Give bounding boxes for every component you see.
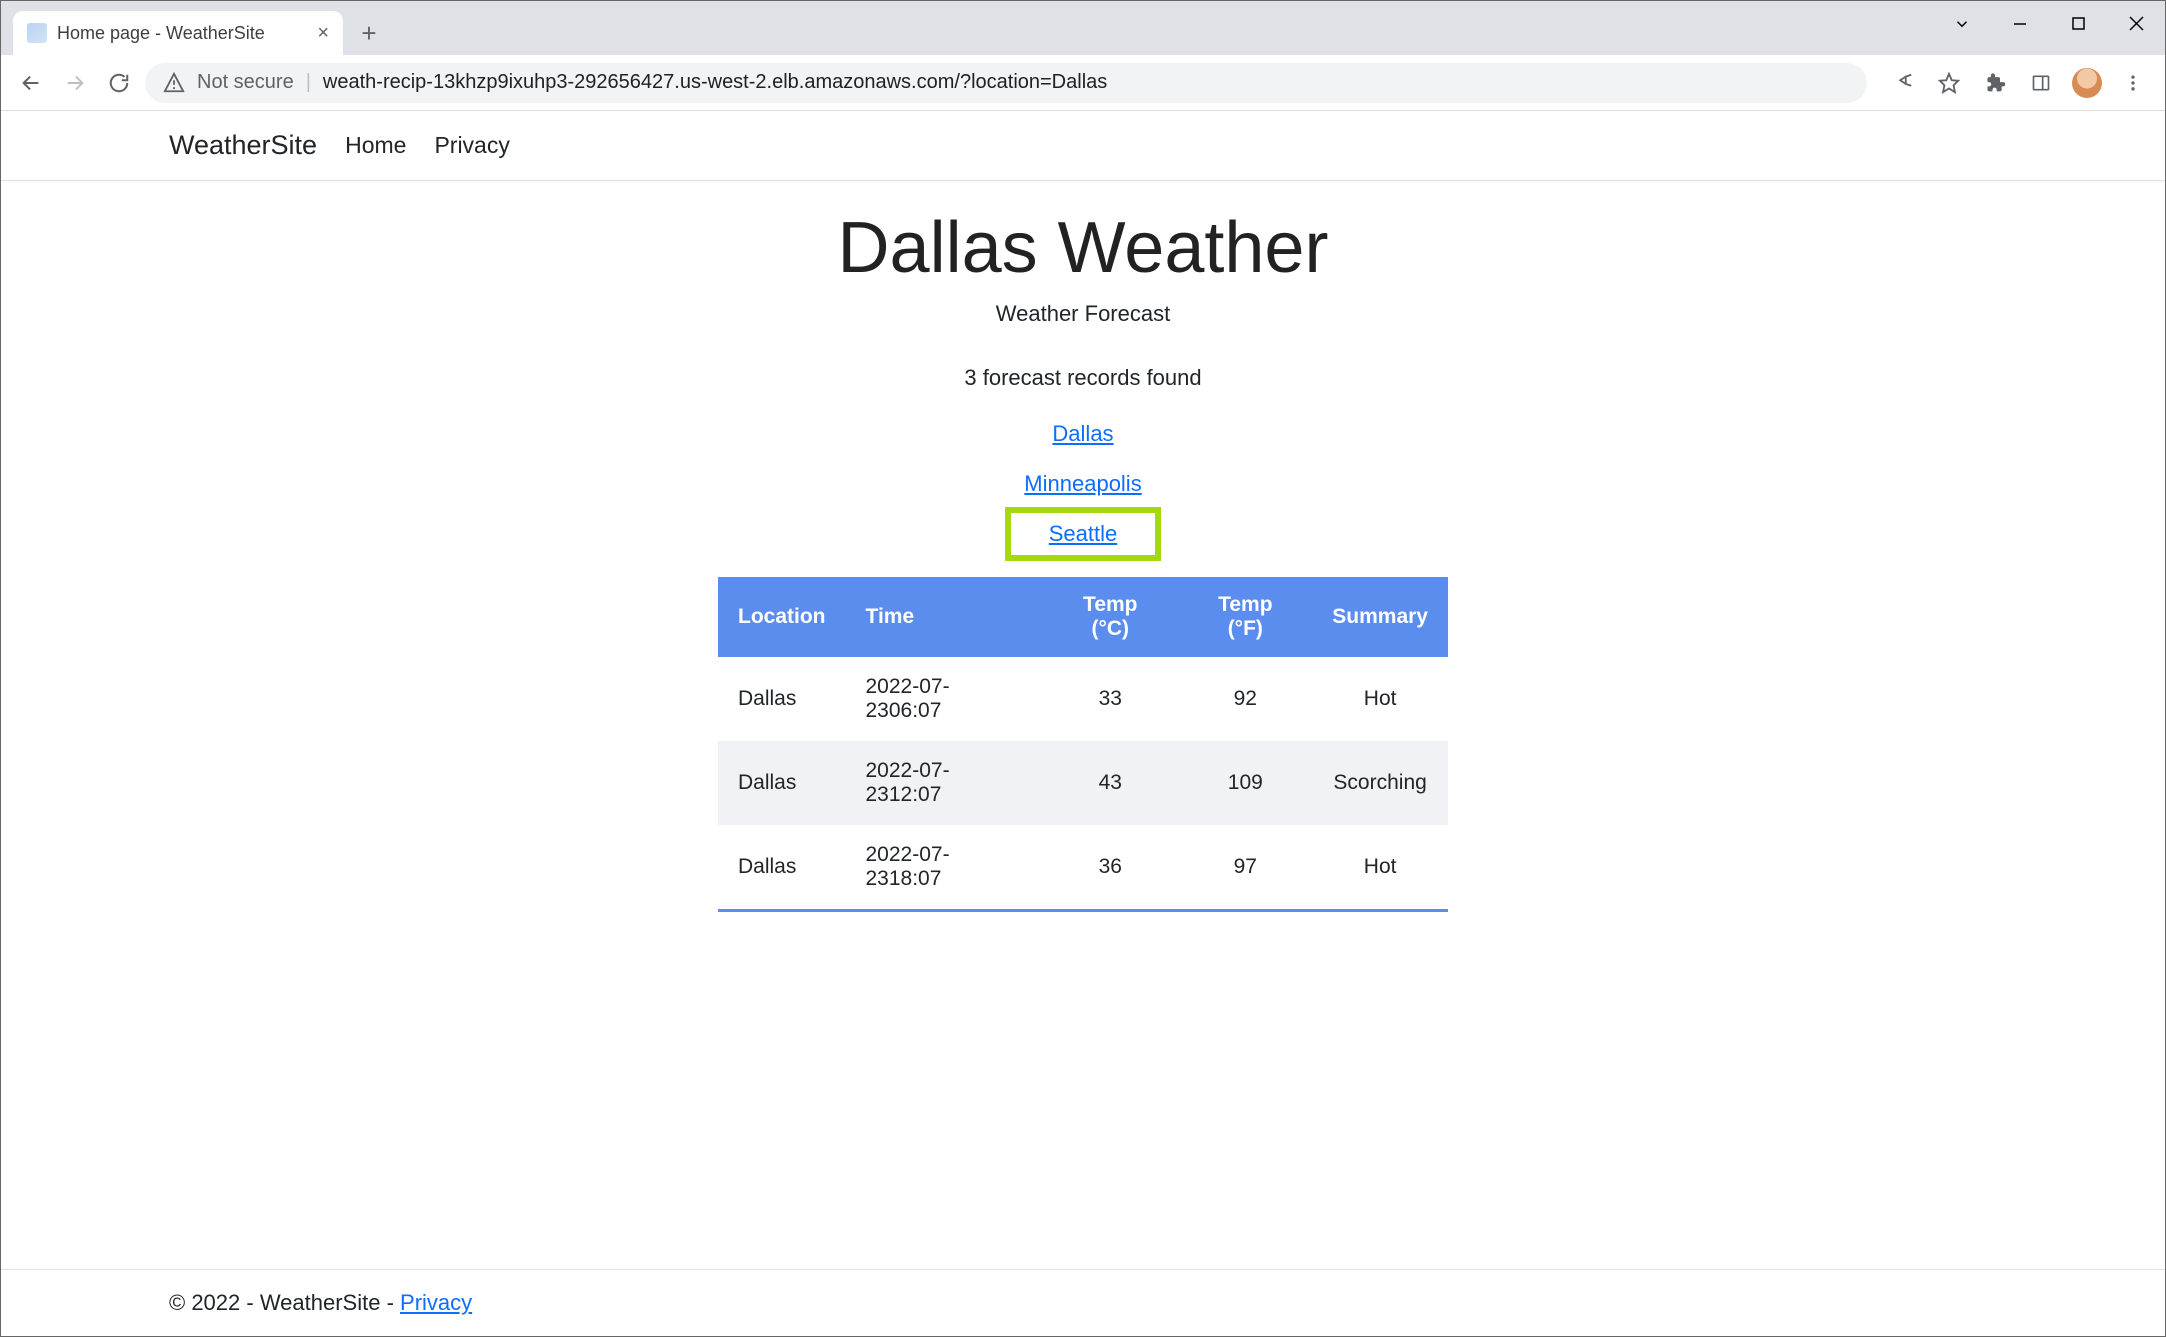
footer-text: © 2022 - WeatherSite - bbox=[169, 1290, 400, 1315]
cell-summary: Hot bbox=[1312, 657, 1448, 741]
page-viewport: WeatherSite Home Privacy Dallas Weather … bbox=[1, 111, 2165, 1336]
window-controls bbox=[1933, 1, 2165, 46]
cell-summary: Scorching bbox=[1312, 741, 1448, 825]
window-maximize-button[interactable] bbox=[2049, 1, 2107, 46]
table-row: Dallas2022-07-2312:0743109Scorching bbox=[718, 741, 1448, 825]
link-minneapolis[interactable]: Minneapolis bbox=[1024, 471, 1141, 497]
back-button[interactable] bbox=[13, 65, 49, 101]
not-secure-icon bbox=[163, 72, 185, 94]
browser-toolbar: Not secure | weath-recip-13khzp9ixuhp3-2… bbox=[1, 55, 2165, 111]
cell-temp_c: 33 bbox=[1042, 657, 1178, 741]
address-bar[interactable]: Not secure | weath-recip-13khzp9ixuhp3-2… bbox=[145, 63, 1867, 103]
cell-location: Dallas bbox=[718, 657, 846, 741]
th-time: Time bbox=[846, 577, 1043, 657]
browser-tabbar: Home page - WeatherSite × + bbox=[1, 1, 2165, 55]
cell-temp_f: 92 bbox=[1178, 657, 1312, 741]
table-row: Dallas2022-07-2318:073697Hot bbox=[718, 825, 1448, 911]
not-secure-label: Not secure bbox=[197, 71, 294, 94]
tab-title: Home page - WeatherSite bbox=[57, 23, 307, 44]
cell-location: Dallas bbox=[718, 741, 846, 825]
window-close-button[interactable] bbox=[2107, 1, 2165, 46]
browser-tab-active[interactable]: Home page - WeatherSite × bbox=[13, 11, 343, 55]
table-header-row: Location Time Temp (°C) Temp (°F) Summar… bbox=[718, 577, 1448, 657]
table-row: Dallas2022-07-2306:073392Hot bbox=[718, 657, 1448, 741]
new-tab-button[interactable]: + bbox=[351, 15, 387, 51]
brand-label[interactable]: WeatherSite bbox=[169, 130, 317, 161]
th-summary: Summary bbox=[1312, 577, 1448, 657]
reload-button[interactable] bbox=[101, 65, 137, 101]
cell-time: 2022-07-2312:07 bbox=[846, 741, 1043, 825]
cell-temp_c: 43 bbox=[1042, 741, 1178, 825]
page-subtitle: Weather Forecast bbox=[996, 301, 1170, 327]
footer-privacy-link[interactable]: Privacy bbox=[400, 1290, 472, 1315]
th-location: Location bbox=[718, 577, 846, 657]
menu-icon[interactable] bbox=[2113, 63, 2153, 103]
forward-button[interactable] bbox=[57, 65, 93, 101]
th-temp-f: Temp (°F) bbox=[1178, 577, 1312, 657]
cell-temp_f: 109 bbox=[1178, 741, 1312, 825]
sidepanel-icon[interactable] bbox=[2021, 63, 2061, 103]
th-temp-c: Temp (°C) bbox=[1042, 577, 1178, 657]
cell-location: Dallas bbox=[718, 825, 846, 911]
cell-summary: Hot bbox=[1312, 825, 1448, 911]
window-minimize-button[interactable] bbox=[1991, 1, 2049, 46]
city-links: Dallas Minneapolis Seattle bbox=[1019, 421, 1148, 547]
extensions-icon[interactable] bbox=[1975, 63, 2015, 103]
main-content: Dallas Weather Weather Forecast 3 foreca… bbox=[1, 181, 2165, 1269]
cell-temp_c: 36 bbox=[1042, 825, 1178, 911]
window-dropdown-icon[interactable] bbox=[1933, 1, 1991, 46]
forecast-table: Location Time Temp (°C) Temp (°F) Summar… bbox=[718, 577, 1448, 912]
site-navbar: WeatherSite Home Privacy bbox=[1, 111, 2165, 181]
url-text: weath-recip-13khzp9ixuhp3-292656427.us-w… bbox=[323, 71, 1107, 94]
link-dallas[interactable]: Dallas bbox=[1052, 421, 1113, 447]
link-seattle[interactable]: Seattle bbox=[1019, 521, 1148, 547]
footer: © 2022 - WeatherSite - Privacy bbox=[1, 1269, 2165, 1336]
bookmark-icon[interactable] bbox=[1929, 63, 1969, 103]
cell-temp_f: 97 bbox=[1178, 825, 1312, 911]
close-tab-icon[interactable]: × bbox=[317, 22, 329, 45]
cell-time: 2022-07-2306:07 bbox=[846, 657, 1043, 741]
nav-home[interactable]: Home bbox=[345, 132, 406, 159]
favicon-icon bbox=[27, 23, 47, 43]
share-icon[interactable] bbox=[1883, 63, 1923, 103]
nav-privacy[interactable]: Privacy bbox=[434, 132, 509, 159]
cell-time: 2022-07-2318:07 bbox=[846, 825, 1043, 911]
page-title: Dallas Weather bbox=[838, 207, 1329, 289]
omnibox-separator: | bbox=[306, 71, 311, 94]
records-found-text: 3 forecast records found bbox=[964, 365, 1201, 391]
profile-avatar[interactable] bbox=[2067, 63, 2107, 103]
